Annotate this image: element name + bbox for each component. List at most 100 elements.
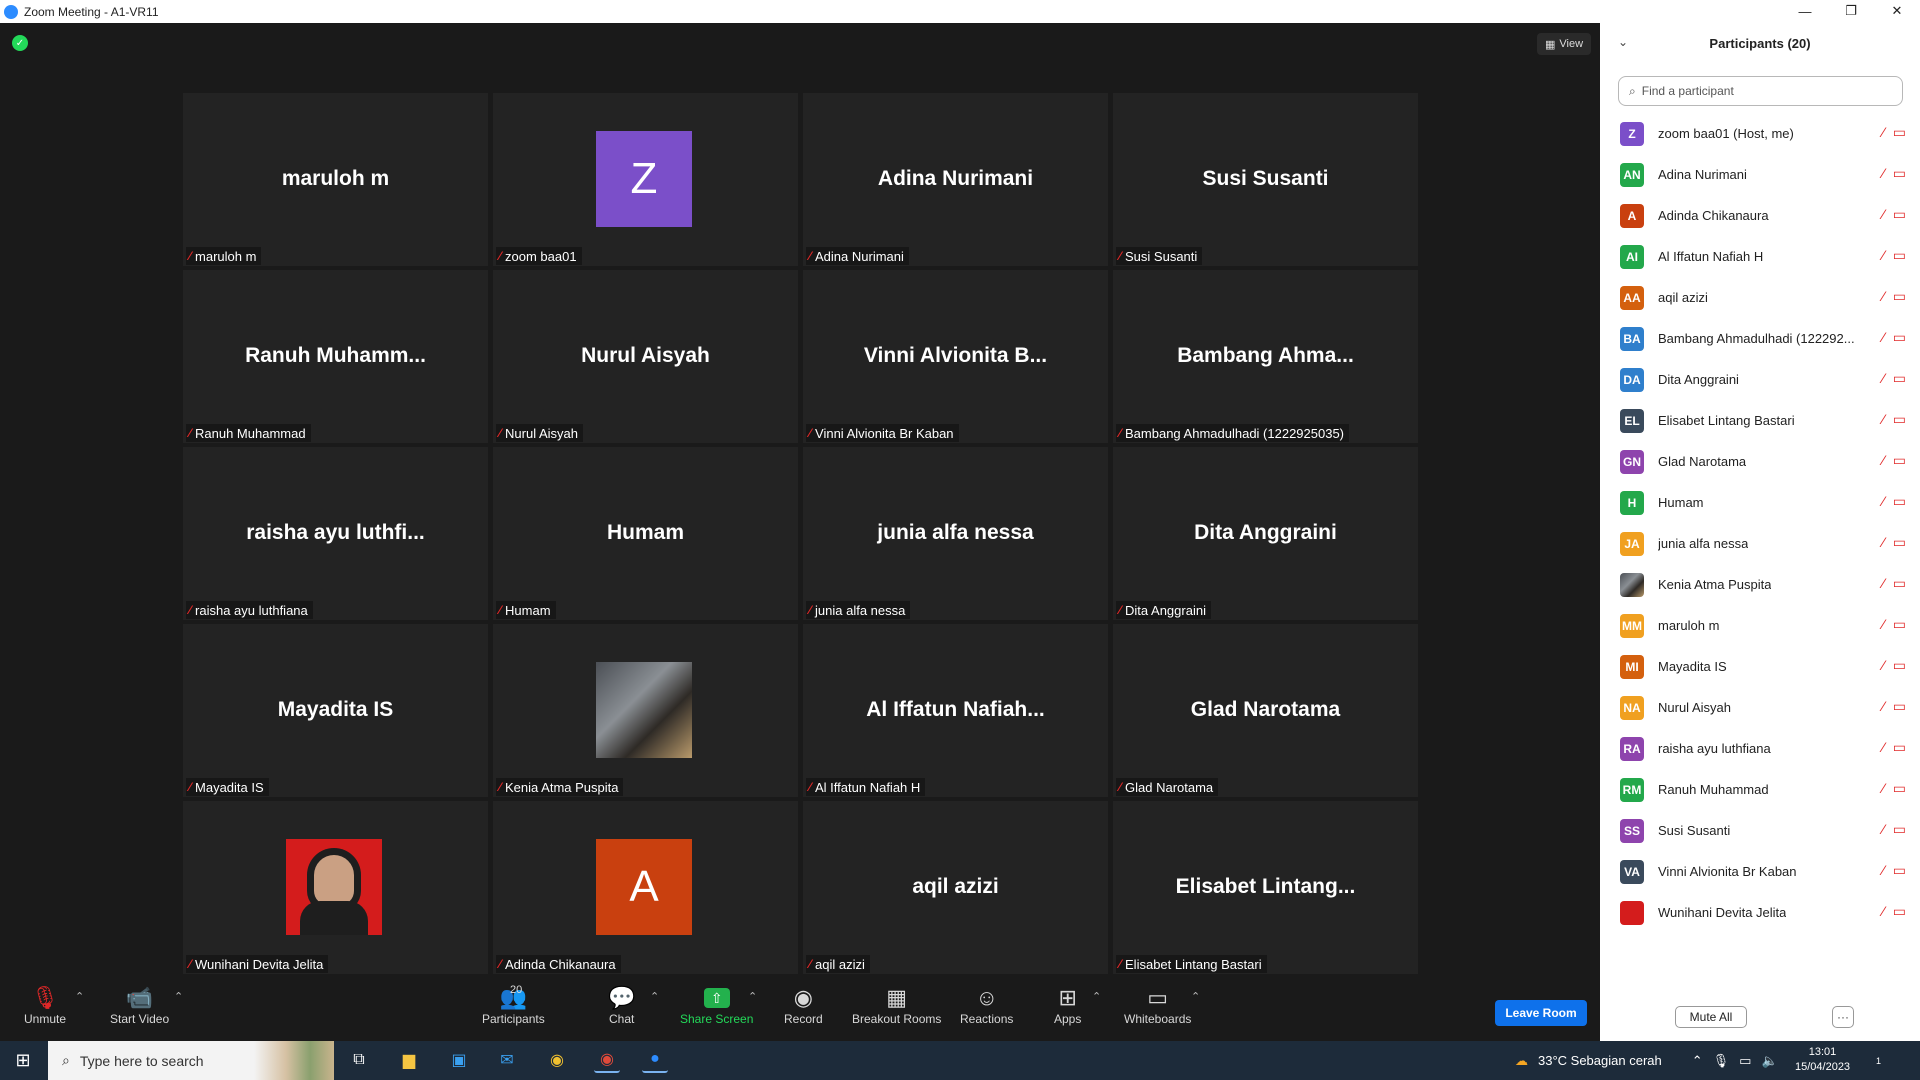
taskbar-search-box[interactable]: ⌕ Type here to search <box>48 1041 334 1080</box>
tile-display-name: Glad Narotama <box>1190 698 1341 721</box>
windows-start-icon[interactable]: ⊞ <box>0 1041 46 1080</box>
zoom-taskbar-icon[interactable]: ● <box>642 1047 668 1073</box>
encryption-shield-icon[interactable]: ✓ <box>12 35 28 51</box>
chrome-icon[interactable]: ◉ <box>544 1047 570 1073</box>
participant-row[interactable]: SS Susi Susanti ⁄ ▭ <box>1600 810 1920 851</box>
participant-row[interactable]: MM maruloh m ⁄ ▭ <box>1600 605 1920 646</box>
participants-button[interactable]: 👥 20 Participants <box>482 984 545 1026</box>
participant-row[interactable]: AN Adina Nurimani ⁄ ▭ <box>1600 154 1920 195</box>
video-tile[interactable]: A ⁄ Adinda Chikanaura <box>493 801 798 974</box>
leave-room-button[interactable]: Leave Room <box>1495 1000 1587 1026</box>
file-explorer-icon[interactable]: ▆ <box>396 1047 422 1073</box>
video-tile[interactable]: Glad Narotama ⁄ Glad Narotama <box>1113 624 1418 797</box>
gallery-grid: maruloh m ⁄ maruloh m Z ⁄ zoom baa01 Adina Nur… <box>183 93 1418 974</box>
share-screen-button[interactable]: ⇧ Share Screen <box>680 984 753 1026</box>
participant-row[interactable]: EL Elisabet Lintang Bastari ⁄ ▭ <box>1600 400 1920 441</box>
participant-row[interactable]: Wunihani Devita Jelita ⁄ ▭ <box>1600 892 1920 933</box>
share-options-caret-icon[interactable]: ⌃ <box>748 990 757 1003</box>
participants-count: 20 <box>510 984 523 996</box>
audio-options-caret-icon[interactable]: ⌃ <box>75 990 84 1003</box>
video-tile[interactable]: Mayadita IS ⁄ Mayadita IS <box>183 624 488 797</box>
mic-muted-icon: ⁄ <box>1882 247 1885 263</box>
participant-row[interactable]: H Humam ⁄ ▭ <box>1600 482 1920 523</box>
video-tile[interactable]: Nurul Aisyah ⁄ Nurul Aisyah <box>493 270 798 443</box>
participant-row[interactable]: A Adinda Chikanaura ⁄ ▭ <box>1600 195 1920 236</box>
mute-all-button[interactable]: Mute All <box>1675 1006 1747 1028</box>
video-tile[interactable]: ⁄ Wunihani Devita Jelita <box>183 801 488 974</box>
chat-button[interactable]: 💬 Chat <box>608 984 635 1026</box>
whiteboard-options-caret-icon[interactable]: ⌃ <box>1191 990 1200 1003</box>
participant-row[interactable]: Kenia Atma Puspita ⁄ ▭ <box>1600 564 1920 605</box>
tile-profile-photo <box>596 662 692 758</box>
video-tile[interactable]: Al Iffatun Nafiah... ⁄ Al Iffatun Nafiah H <box>803 624 1108 797</box>
tile-display-name: Mayadita IS <box>277 698 394 721</box>
taskbar-clock[interactable]: 13:01 15/04/2023 <box>1795 1045 1850 1075</box>
restore-button[interactable]: ❐ <box>1828 0 1874 22</box>
participant-row[interactable]: Zzoom baa01 (Host, me) ⁄ ▭ <box>1600 113 1920 154</box>
participant-row[interactable]: GN Glad Narotama ⁄ ▭ <box>1600 441 1920 482</box>
network-icon[interactable]: ▭ <box>1739 1053 1751 1069</box>
breakout-rooms-button[interactable]: ▦ Breakout Rooms <box>852 984 941 1026</box>
apps-options-caret-icon[interactable]: ⌃ <box>1092 990 1101 1003</box>
participant-row[interactable]: VA Vinni Alvionita Br Kaban ⁄ ▭ <box>1600 851 1920 892</box>
participant-row[interactable]: AA aqil azizi ⁄ ▭ <box>1600 277 1920 318</box>
participant-row[interactable]: AI Al Iffatun Nafiah H ⁄ ▭ <box>1600 236 1920 277</box>
participant-row[interactable]: RM Ranuh Muhammad ⁄ ▭ <box>1600 769 1920 810</box>
participant-row[interactable]: JA junia alfa nessa ⁄ ▭ <box>1600 523 1920 564</box>
participant-row[interactable]: MI Mayadita IS ⁄ ▭ <box>1600 646 1920 687</box>
close-button[interactable]: ✕ <box>1874 0 1920 22</box>
microsoft-store-icon[interactable]: ▣ <box>446 1047 472 1073</box>
video-tile[interactable]: maruloh m ⁄ maruloh m <box>183 93 488 266</box>
collapse-chevron-icon[interactable]: ⌄ <box>1618 35 1628 49</box>
microphone-icon[interactable]: 🎙 <box>1713 1053 1730 1069</box>
start-video-button[interactable]: 📹 Start Video <box>110 984 169 1026</box>
apps-icon: ⊞ <box>1058 985 1077 1010</box>
tile-name: Wunihani Devita Jelita <box>195 956 324 972</box>
mic-muted-icon: ⁄ <box>1882 206 1885 222</box>
video-tile[interactable]: Vinni Alvionita B... ⁄ Vinni Alvionita Br … <box>803 270 1108 443</box>
video-tile[interactable]: Ranuh Muhamm... ⁄ Ranuh Muhammad <box>183 270 488 443</box>
video-tile[interactable]: Susi Susanti ⁄ Susi Susanti <box>1113 93 1418 266</box>
record-button[interactable]: ◉ Record <box>784 984 823 1026</box>
tile-display-name: junia alfa nessa <box>877 521 1034 544</box>
tile-name: Nurul Aisyah <box>505 425 578 441</box>
chat-options-caret-icon[interactable]: ⌃ <box>650 990 659 1003</box>
video-tile[interactable]: Dita Anggraini ⁄ Dita Anggraini <box>1113 447 1418 620</box>
participant-row[interactable]: NA Nurul Aisyah ⁄ ▭ <box>1600 687 1920 728</box>
video-tile[interactable]: Z ⁄ zoom baa01 <box>493 93 798 266</box>
volume-icon[interactable]: 🔈 <box>1761 1053 1777 1069</box>
chrome-profile-icon[interactable]: ◉ <box>594 1047 620 1073</box>
participant-name: maruloh m <box>1658 618 1720 633</box>
participant-row[interactable]: BA Bambang Ahmadulhadi (122292... ⁄ ▭ <box>1600 318 1920 359</box>
search-icon: ⌕ <box>1629 83 1636 98</box>
show-hidden-icons-icon[interactable]: ⌃ <box>1692 1053 1703 1069</box>
participant-avatar: H <box>1620 490 1644 515</box>
whiteboards-button[interactable]: ▭ Whiteboards <box>1124 984 1191 1026</box>
video-tile[interactable]: raisha ayu luthfi... ⁄ raisha ayu luthfian… <box>183 447 488 620</box>
weather-text[interactable]: 33°C Sebagian cerah <box>1538 1053 1662 1068</box>
minimize-button[interactable]: — <box>1782 0 1828 22</box>
find-participant-input[interactable]: ⌕ Find a participant <box>1618 76 1903 106</box>
task-view-icon[interactable]: ⧉ <box>346 1047 372 1073</box>
video-tile[interactable]: Humam ⁄ Humam <box>493 447 798 620</box>
view-button[interactable]: ▦ View <box>1537 33 1591 55</box>
video-tile[interactable]: Elisabet Lintang... ⁄ Elisabet Lintang Bas… <box>1113 801 1418 974</box>
video-tile[interactable]: aqil azizi ⁄ aqil azizi <box>803 801 1108 974</box>
tile-name-label: ⁄ Glad Narotama <box>1116 778 1219 796</box>
video-tile[interactable]: junia alfa nessa ⁄ junia alfa nessa <box>803 447 1108 620</box>
video-tile[interactable]: Bambang Ahma... ⁄ Bambang Ahmadulhadi (122… <box>1113 270 1418 443</box>
more-options-button[interactable]: ··· <box>1832 1006 1854 1028</box>
participant-avatar: RA <box>1620 736 1644 761</box>
participant-name: Nurul Aisyah <box>1658 700 1731 715</box>
participant-row[interactable]: DA Dita Anggraini ⁄ ▭ <box>1600 359 1920 400</box>
notification-icon[interactable]: 1 <box>1876 1051 1881 1067</box>
reactions-button[interactable]: ☺ Reactions <box>960 984 1013 1026</box>
video-options-caret-icon[interactable]: ⌃ <box>174 990 183 1003</box>
apps-button[interactable]: ⊞ Apps <box>1054 984 1081 1026</box>
video-tile[interactable]: ⁄ Kenia Atma Puspita <box>493 624 798 797</box>
participant-row[interactable]: RA raisha ayu luthfiana ⁄ ▭ <box>1600 728 1920 769</box>
video-tile[interactable]: Adina Nurimani ⁄ Adina Nurimani <box>803 93 1108 266</box>
mail-icon[interactable]: ✉ <box>494 1047 520 1073</box>
tile-display-name: Adina Nurimani <box>877 167 1034 190</box>
unmute-button[interactable]: 🎙 Unmute <box>24 984 66 1026</box>
